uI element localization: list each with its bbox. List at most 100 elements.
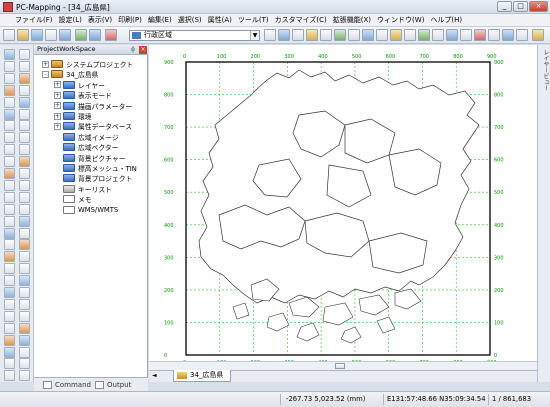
zoom-out-icon[interactable] xyxy=(4,96,15,108)
tree-item[interactable]: + 属性データベース xyxy=(54,121,132,131)
pin-icon[interactable]: ɸ xyxy=(129,46,137,54)
tool-icon-5[interactable] xyxy=(320,29,332,41)
tool-icon-18[interactable] xyxy=(502,29,514,41)
select-arrow-icon[interactable] xyxy=(19,49,30,60)
pan-icon[interactable] xyxy=(4,72,15,84)
tree-item[interactable]: 広域イメージ xyxy=(54,132,119,142)
tree-item[interactable]: + システムプロジェクト xyxy=(42,59,133,69)
snap-icon[interactable] xyxy=(4,263,15,275)
maximize-button[interactable]: □ xyxy=(513,1,528,12)
grid-icon[interactable] xyxy=(4,358,15,370)
tree-item[interactable]: + 描画パラメーター xyxy=(54,101,132,111)
symbol-icon[interactable] xyxy=(19,346,30,358)
tree-item[interactable]: 標高メッシュ・TIN xyxy=(54,163,137,173)
tab-command[interactable]: Command xyxy=(40,379,92,391)
text-icon[interactable] xyxy=(19,179,30,191)
merge-icon[interactable] xyxy=(4,239,15,251)
tree-item[interactable]: WMS/WMTS xyxy=(54,205,118,215)
tree-item[interactable]: + レイヤー xyxy=(54,80,105,90)
measure-icon[interactable] xyxy=(4,108,15,120)
menu-file[interactable]: ファイル(F) xyxy=(12,15,56,25)
tool-icon-8[interactable] xyxy=(362,29,374,41)
layer-icon[interactable] xyxy=(19,120,30,132)
book-icon[interactable] xyxy=(105,29,117,41)
tool-icon-13[interactable] xyxy=(432,29,444,41)
tree-item[interactable]: メモ xyxy=(54,194,92,204)
minimize-button[interactable]: _ xyxy=(497,1,512,12)
overlay-icon[interactable] xyxy=(4,322,15,334)
tree-item[interactable]: 背景ピクチャー xyxy=(54,153,126,163)
layer-view-label[interactable]: レイヤービュー xyxy=(539,49,550,109)
print-preview-icon[interactable] xyxy=(59,29,71,41)
tree-item[interactable]: 広域ベクター xyxy=(54,142,119,152)
menu-customize[interactable]: カスタマイズ(C) xyxy=(272,15,330,25)
grid-icon[interactable] xyxy=(19,358,30,370)
tool-icon-2[interactable] xyxy=(278,29,290,41)
map-svg[interactable]: 0 0 100 100 200 200 300 300 400 400 500 500 600 600 70… xyxy=(149,45,537,361)
tree-item[interactable]: + 環境 xyxy=(54,111,92,121)
split-icon[interactable] xyxy=(4,227,15,239)
lock-icon[interactable] xyxy=(19,370,30,382)
tree-expander-icon[interactable]: - xyxy=(42,70,49,78)
buffer-icon[interactable] xyxy=(19,310,30,322)
save-icon[interactable] xyxy=(31,29,43,41)
color-icon[interactable] xyxy=(4,334,15,346)
merge-icon[interactable] xyxy=(19,239,30,251)
menu-window[interactable]: ウィンドウ(W) xyxy=(374,15,427,25)
rotate-icon[interactable] xyxy=(19,60,30,72)
tool-icon-10[interactable] xyxy=(390,29,402,41)
menu-edit[interactable]: 編集(E) xyxy=(145,15,175,25)
tab-map-34[interactable]: 34_広島県 xyxy=(173,370,231,382)
menu-print[interactable]: 印刷(P) xyxy=(115,15,145,25)
tool-icon-7[interactable] xyxy=(348,29,360,41)
tab-output[interactable]: Output xyxy=(92,379,142,391)
tool-icon-19[interactable] xyxy=(516,29,528,41)
tool-icon-9[interactable] xyxy=(376,29,388,41)
select-arrow-icon[interactable] xyxy=(4,49,15,60)
line-icon[interactable] xyxy=(19,144,30,156)
menu-attribute[interactable]: 属性(A) xyxy=(205,15,235,25)
move-icon[interactable] xyxy=(4,203,15,215)
text-icon[interactable] xyxy=(4,179,15,191)
zoom-out-icon[interactable] xyxy=(19,96,30,108)
zoom-window-icon[interactable] xyxy=(89,29,101,41)
layer-combo[interactable]: 行政区域 ▼ xyxy=(129,30,260,41)
tree-expander-icon[interactable]: + xyxy=(54,102,61,110)
symbol-icon[interactable] xyxy=(4,346,15,358)
snap-icon[interactable] xyxy=(19,263,30,275)
node-icon[interactable] xyxy=(19,251,30,263)
point-icon[interactable] xyxy=(19,132,30,144)
tool-icon-17[interactable] xyxy=(488,29,500,41)
point-icon[interactable] xyxy=(4,132,15,144)
tool-icon-6[interactable] xyxy=(334,29,346,41)
node-icon[interactable] xyxy=(4,251,15,263)
menu-settings[interactable]: 設定(L) xyxy=(56,15,85,25)
copy-icon[interactable] xyxy=(4,215,15,227)
tool-icon-11[interactable] xyxy=(404,29,416,41)
lock-icon[interactable] xyxy=(4,370,15,382)
scrollbar-thumb[interactable] xyxy=(335,363,345,369)
zoom-in-icon[interactable] xyxy=(19,84,30,96)
color-icon[interactable] xyxy=(19,334,30,346)
attribute-icon[interactable] xyxy=(4,275,15,287)
measure-icon[interactable] xyxy=(19,108,30,120)
attribute-icon[interactable] xyxy=(19,275,30,287)
zoom-in-icon[interactable] xyxy=(4,84,15,96)
tree-expander-icon[interactable]: + xyxy=(42,60,49,68)
info-icon[interactable] xyxy=(4,298,15,310)
layer-icon[interactable] xyxy=(75,29,87,41)
search-icon[interactable] xyxy=(19,287,30,298)
info-icon[interactable] xyxy=(19,298,30,310)
tree-item[interactable]: - 34_広島県 xyxy=(42,69,98,79)
tab-nav-left-icon[interactable]: ◄ xyxy=(152,372,157,379)
tool-icon-14[interactable] xyxy=(446,29,458,41)
tree-item[interactable]: + 表示モード xyxy=(54,90,112,100)
menu-select[interactable]: 選択(S) xyxy=(175,15,205,25)
copy-icon[interactable] xyxy=(19,215,30,227)
overlay-icon[interactable] xyxy=(19,322,30,334)
chevron-down-icon[interactable]: ▼ xyxy=(250,31,259,40)
tree-expander-icon[interactable]: + xyxy=(54,122,61,130)
menu-help[interactable]: ヘルプ(H) xyxy=(427,15,465,25)
erase-icon[interactable] xyxy=(19,168,30,179)
edit-icon[interactable] xyxy=(19,191,30,203)
